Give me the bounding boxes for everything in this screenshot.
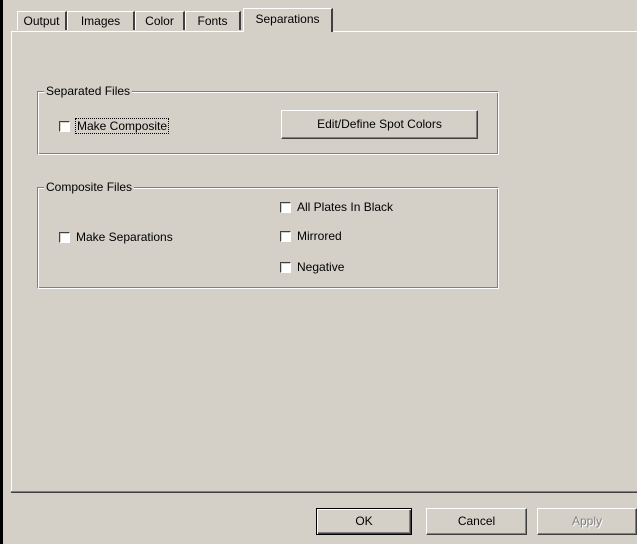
tab-color[interactable]: Color bbox=[135, 11, 185, 30]
dialog-left-edge bbox=[0, 0, 3, 544]
make-composite-checkbox[interactable]: Make Composite bbox=[59, 118, 170, 134]
make-separations-checkbox-box[interactable] bbox=[59, 231, 70, 243]
tab-fonts[interactable]: Fonts bbox=[185, 11, 241, 30]
mirrored-checkbox[interactable]: Mirrored bbox=[280, 229, 342, 243]
mirrored-label: Mirrored bbox=[297, 229, 342, 243]
tab-separations[interactable]: Separations bbox=[243, 8, 333, 32]
apply-button[interactable]: Apply bbox=[537, 508, 637, 535]
composite-files-title: Composite Files bbox=[44, 180, 135, 194]
negative-label: Negative bbox=[297, 260, 345, 274]
mirrored-checkbox-box[interactable] bbox=[280, 230, 291, 242]
edit-define-spot-colors-button[interactable]: Edit/Define Spot Colors bbox=[281, 110, 478, 139]
make-separations-checkbox[interactable]: Make Separations bbox=[59, 230, 173, 244]
make-separations-label: Make Separations bbox=[76, 230, 173, 244]
cancel-button[interactable]: Cancel bbox=[426, 508, 527, 535]
make-composite-label: Make Composite bbox=[74, 118, 170, 134]
negative-checkbox-box[interactable] bbox=[280, 261, 291, 273]
separated-files-title: Separated Files bbox=[44, 84, 133, 98]
panel-bottom-edge-dark bbox=[11, 492, 637, 493]
ok-button[interactable]: OK bbox=[316, 508, 412, 535]
all-plates-in-black-checkbox[interactable]: All Plates In Black bbox=[280, 200, 393, 214]
all-plates-in-black-checkbox-box[interactable] bbox=[280, 201, 291, 213]
tab-images[interactable]: Images bbox=[67, 11, 135, 30]
make-composite-checkbox-box[interactable] bbox=[59, 120, 70, 132]
all-plates-in-black-label: All Plates In Black bbox=[297, 200, 394, 214]
negative-checkbox[interactable]: Negative bbox=[280, 260, 344, 274]
tab-output[interactable]: Output bbox=[17, 11, 67, 30]
